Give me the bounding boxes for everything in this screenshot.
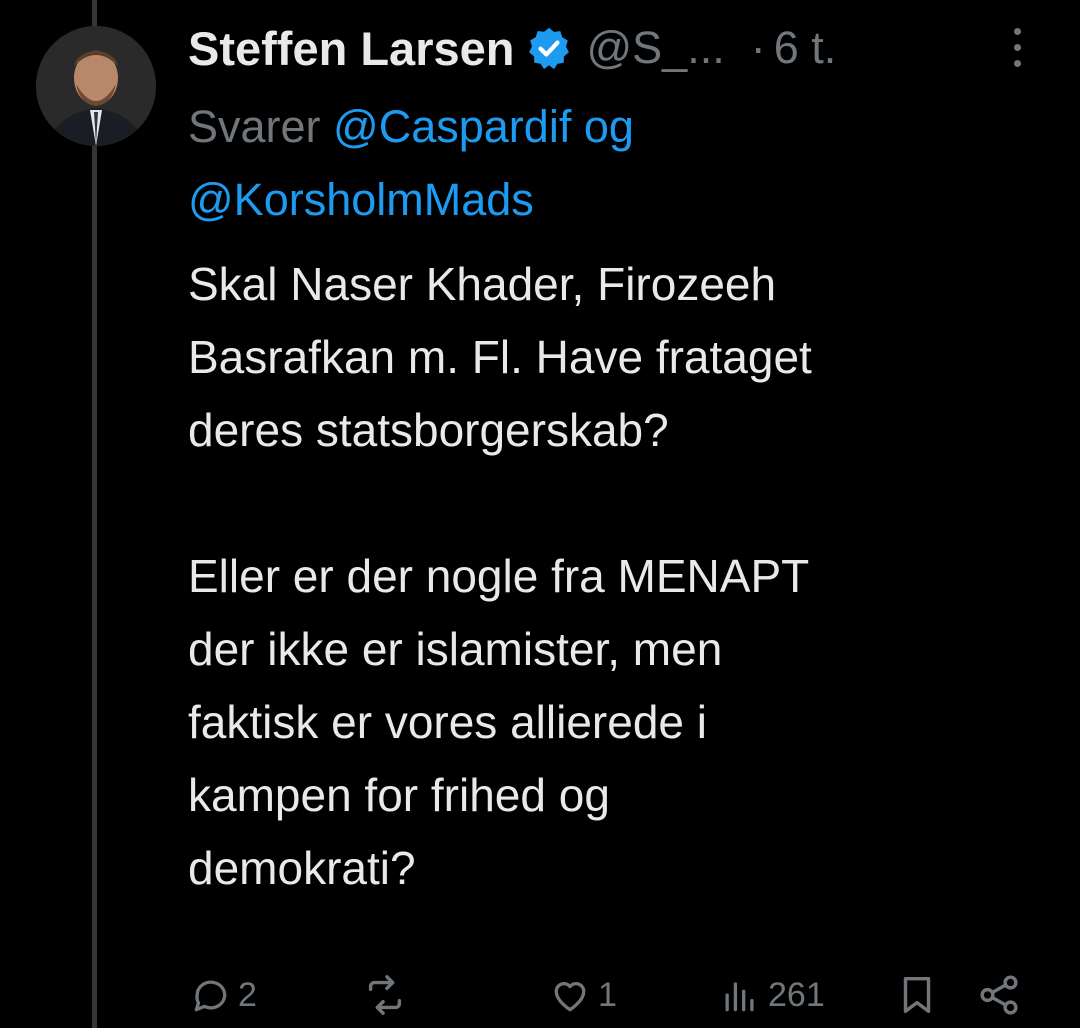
tweet-time[interactable]: 6 t. <box>774 22 837 74</box>
reply-joiner: og <box>571 101 634 152</box>
like-count: 1 <box>598 975 617 1014</box>
tweet-text: Skal Naser Khader, Firozeeh Basrafkan m.… <box>188 258 812 894</box>
retweet-button[interactable] <box>362 972 414 1018</box>
action-bar: 2 1 261 <box>188 972 1028 1018</box>
verified-badge-icon <box>526 25 572 71</box>
retweet-icon <box>368 975 402 1015</box>
reply-context: Svarer @Caspardif og @KorsholmMads <box>188 90 1048 236</box>
mention-korsholmmads[interactable]: @KorsholmMads <box>188 174 534 225</box>
more-vertical-icon[interactable] <box>1010 28 1024 72</box>
author-name[interactable]: Steffen Larsen <box>188 21 514 76</box>
reply-icon <box>194 980 227 1012</box>
avatar[interactable] <box>36 26 156 146</box>
share-icon <box>980 975 1018 1015</box>
heart-icon <box>554 982 586 1012</box>
share-button[interactable] <box>976 972 1022 1018</box>
author-handle[interactable]: @S_... <box>586 22 724 74</box>
bookmark-button[interactable] <box>894 972 940 1018</box>
reply-prefix: Svarer <box>188 101 334 152</box>
like-button[interactable]: 1 <box>548 972 617 1018</box>
bookmark-icon <box>903 976 931 1014</box>
reply-button[interactable]: 2 <box>188 972 257 1018</box>
thread-line <box>92 0 97 1028</box>
avatar-image <box>36 26 156 146</box>
time-separator: · <box>750 22 766 73</box>
view-count: 261 <box>768 975 825 1014</box>
mention-caspardif[interactable]: @Caspardif <box>333 101 571 152</box>
views-chart-icon <box>725 982 754 1012</box>
views-button[interactable]: 261 <box>718 972 825 1018</box>
tweet-header: Steffen Larsen @S_... · 6 t. <box>188 18 1068 78</box>
reply-count: 2 <box>238 975 257 1014</box>
